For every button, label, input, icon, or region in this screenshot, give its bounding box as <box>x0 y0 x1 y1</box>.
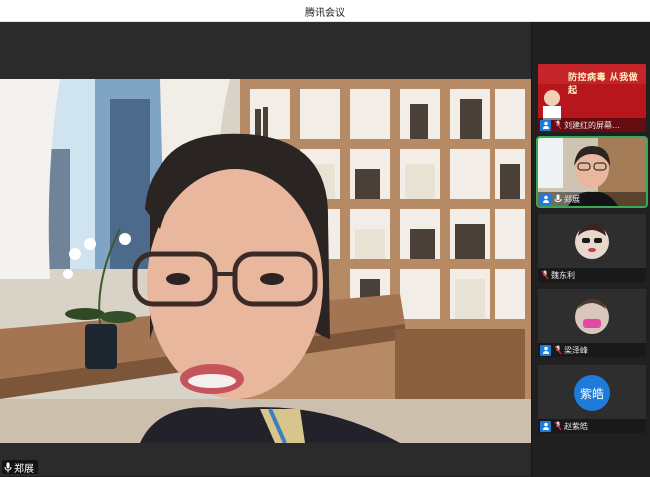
main-video-feed[interactable] <box>0 79 531 443</box>
participant-sidebar[interactable]: 防控病毒 从我做起 刘建红的屏幕… 郑展 魏东利 梁泽峰 紫皓 赵紫皓 <box>531 22 650 476</box>
participant-name: 梁泽峰 <box>564 345 588 355</box>
mic-muted-icon <box>540 270 549 281</box>
participant-info-bar: 赵紫皓 <box>538 419 646 433</box>
participant-tile[interactable]: 魏东利 <box>538 214 646 282</box>
mic-icon <box>553 194 562 205</box>
participant-tile[interactable]: 郑展 <box>536 136 648 208</box>
window-title: 腾讯会议 <box>305 8 345 19</box>
participant-info-bar: 梁泽峰 <box>538 343 646 357</box>
screen-share-banner: 防控病毒 从我做起 <box>568 73 639 96</box>
participant-info-bar: 魏东利 <box>538 268 646 282</box>
participant-name: 郑展 <box>564 194 580 204</box>
mic-muted-icon <box>553 120 562 131</box>
mic-muted-icon <box>553 421 562 432</box>
speaker-name: 郑展 <box>14 463 34 475</box>
person-badge-icon <box>540 119 551 131</box>
mic-muted-icon <box>553 345 562 356</box>
main-video-area[interactable]: 郑展 <box>0 22 531 476</box>
person-badge-icon <box>540 193 551 205</box>
participant-name: 魏东利 <box>551 270 575 280</box>
participant-tile[interactable]: 紫皓 赵紫皓 <box>538 365 646 433</box>
person-badge-icon <box>540 420 551 432</box>
participant-name: 刘建红的屏幕… <box>564 120 620 130</box>
participant-name: 赵紫皓 <box>564 421 588 431</box>
participant-info-bar: 刘建红的屏幕… <box>538 118 646 132</box>
participant-tile[interactable]: 梁泽峰 <box>538 289 646 357</box>
mic-icon <box>4 458 12 477</box>
person-badge-icon <box>540 344 551 356</box>
participant-tile[interactable]: 防控病毒 从我做起 刘建红的屏幕… <box>538 64 646 132</box>
avatar: 紫皓 <box>574 375 610 411</box>
participant-info-bar: 郑展 <box>538 192 646 206</box>
title-bar: 腾讯会议 <box>0 0 650 22</box>
active-speaker-label: 郑展 <box>2 458 38 477</box>
